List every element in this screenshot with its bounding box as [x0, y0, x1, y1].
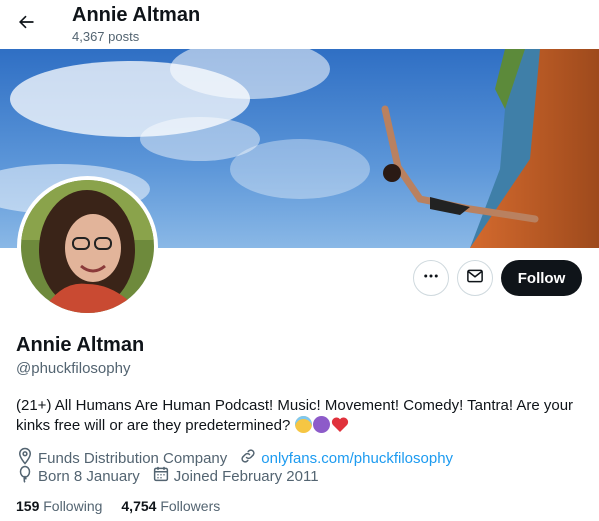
profile-handle: @phuckfilosophy	[16, 360, 131, 377]
top-bar: Annie Altman 4,367 posts	[0, 0, 599, 49]
red-heart-icon	[331, 416, 349, 439]
smiling-face-with-halo-icon	[295, 416, 313, 433]
avatar-photo	[21, 180, 154, 313]
following-link[interactable]: 159 Following	[16, 496, 102, 516]
profile-bio: (21+) All Humans Are Human Podcast! Musi…	[16, 396, 576, 439]
bio-text: (21+) All Humans Are Human Podcast! Musi…	[16, 397, 574, 434]
follow-button[interactable]: Follow	[501, 260, 582, 296]
joined-text: Joined February 2011	[173, 468, 319, 485]
balloon-icon	[16, 465, 38, 489]
back-button[interactable]	[10, 8, 42, 40]
post-count: 4,367 posts	[72, 29, 140, 44]
header-name: Annie Altman	[72, 4, 201, 26]
following-label: Following	[43, 498, 103, 514]
following-count: 159	[16, 498, 40, 514]
joined-item: Joined February 2011	[152, 465, 319, 489]
followers-label: Followers	[160, 498, 221, 514]
avatar[interactable]	[17, 176, 158, 317]
profile-name: Annie Altman	[16, 334, 145, 356]
calendar-icon	[152, 465, 174, 489]
profile-meta-row-2: Born 8 January Joined February 2011	[16, 465, 331, 489]
birthday-text: Born 8 January	[38, 468, 140, 485]
envelope-icon	[466, 267, 484, 290]
more-horizontal-icon	[422, 267, 440, 290]
arrow-left-icon	[16, 12, 36, 37]
birthday-item: Born 8 January	[16, 465, 140, 489]
message-button[interactable]	[457, 260, 493, 296]
more-button[interactable]	[413, 260, 449, 296]
smiling-face-with-horns-icon	[313, 416, 331, 433]
followers-link[interactable]: 4,754 Followers	[121, 496, 220, 516]
follow-stats: 159 Following 4,754 Followers	[16, 496, 239, 516]
followers-count: 4,754	[121, 498, 157, 514]
